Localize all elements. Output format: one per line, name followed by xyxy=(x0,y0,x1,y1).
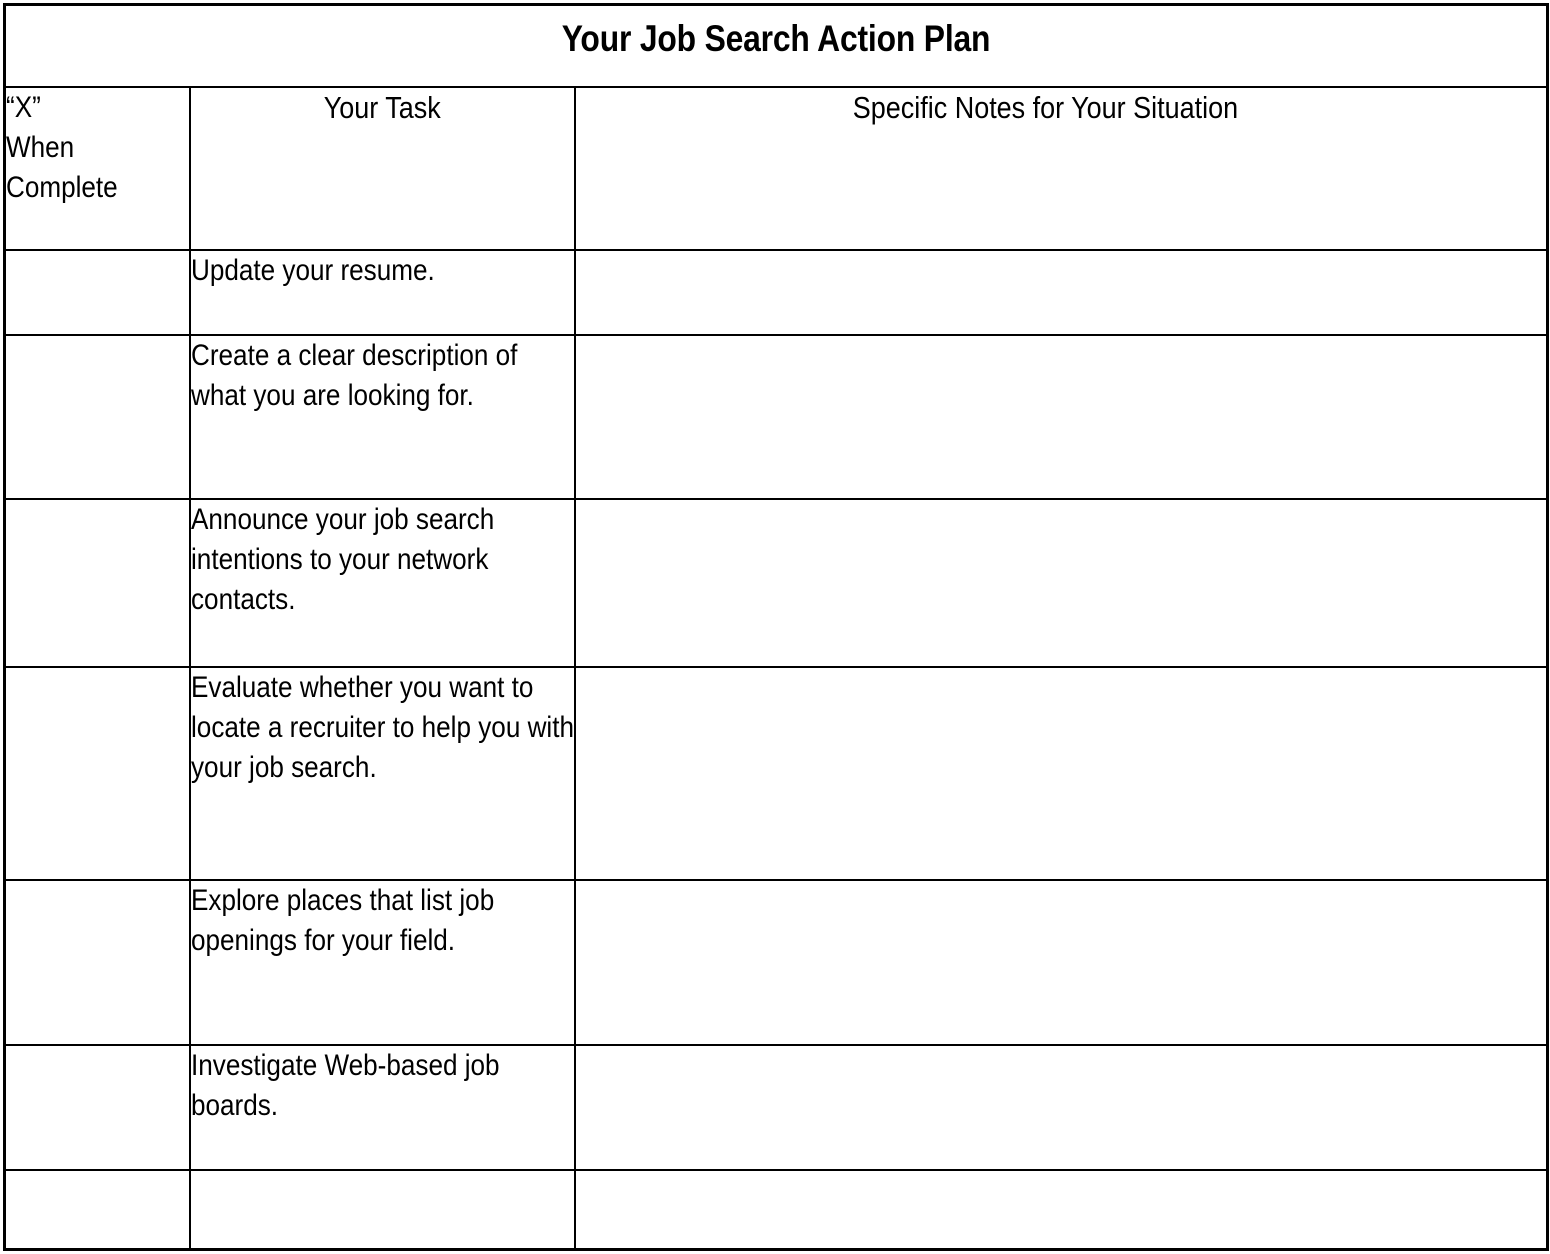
header-notes-column: Specific Notes for Your Situation xyxy=(573,85,1549,251)
task-text-6: Investigate Web-based job boards. xyxy=(190,1048,500,1122)
table-row: Evaluate whether you want to locate a re… xyxy=(3,665,1549,881)
task-cell-1: Update your resume. xyxy=(188,248,576,336)
header-check-column: “X” When Complete xyxy=(3,85,191,251)
checkbox-cell-4[interactable] xyxy=(3,665,191,881)
table-row xyxy=(3,1168,1549,1251)
table-row: Create a clear description of what you a… xyxy=(3,333,1549,500)
task-text-1: Update your resume. xyxy=(190,253,435,287)
task-cell-7[interactable] xyxy=(188,1168,576,1251)
task-text-3: Announce your job search intentions to y… xyxy=(190,502,494,616)
task-cell-2: Create a clear description of what you a… xyxy=(188,333,576,500)
header-check-line-3: Complete xyxy=(6,170,118,204)
task-cell-4: Evaluate whether you want to locate a re… xyxy=(188,665,576,881)
task-cell-6: Investigate Web-based job boards. xyxy=(188,1043,576,1171)
table-row: Investigate Web-based job boards. xyxy=(3,1043,1549,1171)
header-task-column: Your Task xyxy=(188,85,576,251)
task-text-5: Explore places that list job openings fo… xyxy=(190,883,494,957)
header-check-line-2: When xyxy=(6,130,75,164)
notes-cell-1[interactable] xyxy=(573,248,1549,336)
notes-cell-7[interactable] xyxy=(573,1168,1549,1251)
header-task-label: Your Task xyxy=(323,89,441,125)
job-search-action-plan-table: Your Job Search Action Plan “X” When Com… xyxy=(3,3,1550,1251)
notes-cell-5[interactable] xyxy=(573,878,1549,1046)
task-cell-5: Explore places that list job openings fo… xyxy=(188,878,576,1046)
notes-cell-3[interactable] xyxy=(573,497,1549,668)
header-notes-label: Specific Notes for Your Situation xyxy=(853,89,1239,125)
notes-cell-6[interactable] xyxy=(573,1043,1549,1171)
task-text-4: Evaluate whether you want to locate a re… xyxy=(190,670,574,784)
checkbox-cell-3[interactable] xyxy=(3,497,191,668)
table-row: Explore places that list job openings fo… xyxy=(3,878,1549,1046)
checkbox-cell-6[interactable] xyxy=(3,1043,191,1171)
page-title: Your Job Search Action Plan xyxy=(561,18,991,59)
table-row: Announce your job search intentions to y… xyxy=(3,497,1549,668)
page-title-cell: Your Job Search Action Plan xyxy=(3,3,1549,88)
worksheet-page: Your Job Search Action Plan “X” When Com… xyxy=(0,0,1550,1254)
checkbox-cell-5[interactable] xyxy=(3,878,191,1046)
task-cell-3: Announce your job search intentions to y… xyxy=(188,497,576,668)
table-row: Update your resume. xyxy=(3,248,1549,336)
notes-cell-4[interactable] xyxy=(573,665,1549,881)
table-title-row: Your Job Search Action Plan xyxy=(3,3,1549,88)
checkbox-cell-1[interactable] xyxy=(3,248,191,336)
checkbox-cell-7[interactable] xyxy=(3,1168,191,1251)
checkbox-cell-2[interactable] xyxy=(3,333,191,500)
task-text-2: Create a clear description of what you a… xyxy=(190,338,517,412)
table-header-row: “X” When Complete Your Task Specific Not… xyxy=(3,85,1549,251)
notes-cell-2[interactable] xyxy=(573,333,1549,500)
header-check-line-1: “X” xyxy=(6,90,41,124)
